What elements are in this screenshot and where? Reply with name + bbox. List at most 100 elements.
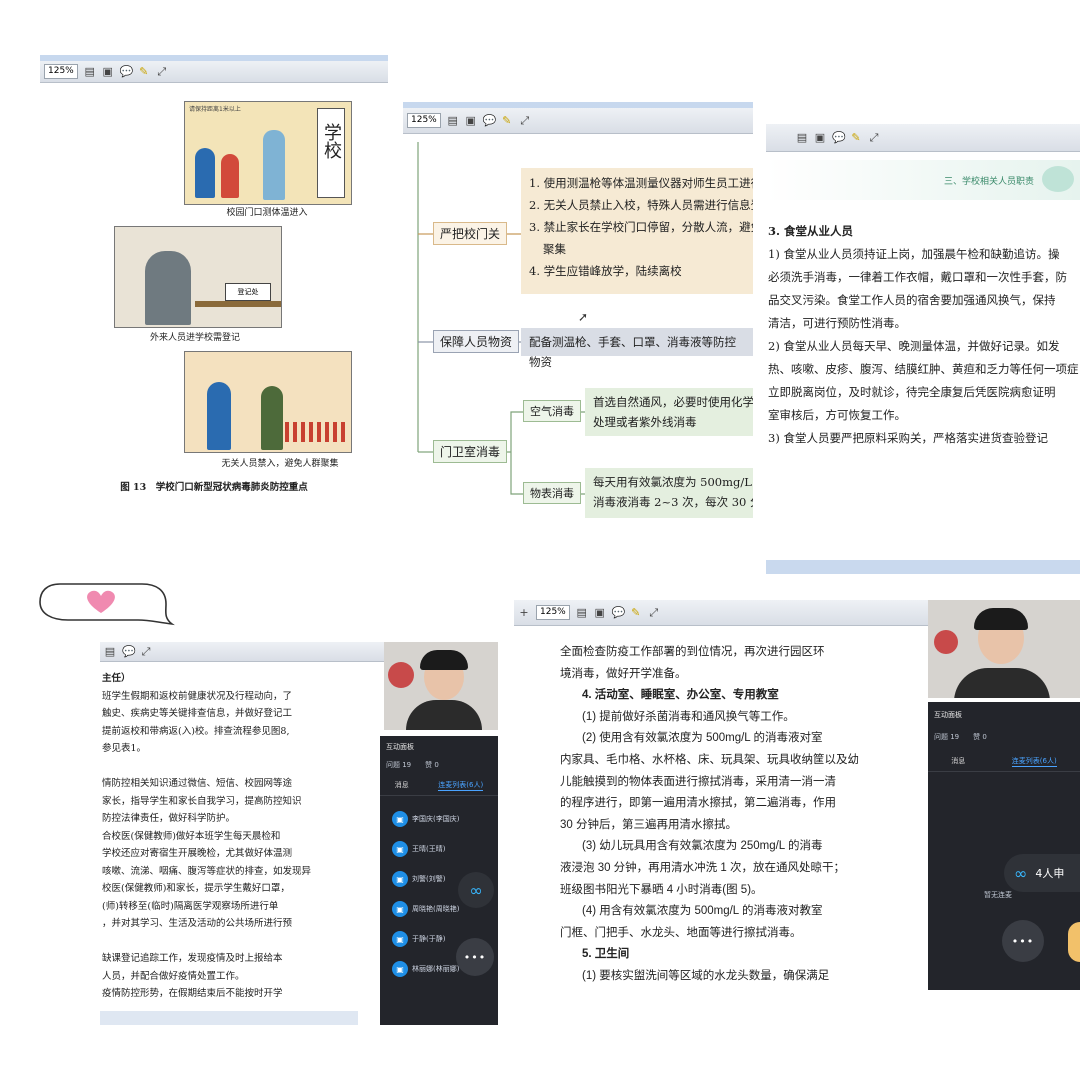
link-mic-button[interactable]: ∞ bbox=[458, 872, 494, 908]
dis-line-11: 班级图书阳光下暴晒 4 小时消毒(图 5)。 bbox=[560, 883, 763, 896]
plus-icon[interactable]: + bbox=[518, 606, 530, 619]
webcam-video bbox=[928, 600, 1080, 698]
dis-line-6: 儿能触摸到的物体表面进行擦拭消毒，采用清一消一清 bbox=[560, 775, 836, 788]
participant-row[interactable]: ▣ 李国庆(李国庆) bbox=[392, 804, 498, 834]
highlight-icon[interactable]: ✎ bbox=[850, 131, 862, 144]
more-button[interactable]: ••• bbox=[1002, 920, 1044, 962]
zoom-select[interactable]: 125% bbox=[44, 64, 78, 79]
duties-line-14: ，并对其学习、生活及活动的公共场所进行预 bbox=[102, 918, 293, 929]
mouse-cursor-icon: ➚ bbox=[578, 310, 589, 324]
gate-item-3: 3. 禁止家长在学校门口停留，分散人流，避免人 bbox=[529, 220, 753, 234]
duties-line-8: 防控法律责任，做好科学防护。 bbox=[102, 813, 236, 824]
presenter-hair bbox=[420, 650, 468, 670]
panel-counts: 问题 19 赞 0 bbox=[934, 733, 987, 741]
dis-line-14: 5. 卫生间 bbox=[582, 948, 630, 961]
highlight-icon[interactable]: ✎ bbox=[138, 65, 150, 78]
duties-line-5 bbox=[102, 758, 358, 776]
poster-decor bbox=[388, 662, 414, 688]
more-icon: ••• bbox=[463, 950, 487, 964]
comment-icon[interactable]: 💬 bbox=[832, 131, 846, 144]
gate-rail bbox=[285, 422, 347, 442]
zoom-select[interactable]: 125% bbox=[536, 605, 570, 620]
expand-icon[interactable]: ⤢ bbox=[156, 65, 168, 78]
comment-icon[interactable]: 💬 bbox=[120, 65, 134, 78]
figure-caption: 图 13 学校门口新型冠状病毒肺炎防控重点 bbox=[120, 482, 308, 493]
participant-name: 刘警(刘警) bbox=[412, 875, 446, 883]
comment-icon[interactable]: 💬 bbox=[122, 645, 136, 658]
node-gate-control: 严把校门关 bbox=[433, 222, 508, 245]
more-button[interactable]: ••• bbox=[456, 938, 494, 976]
air-line-1: 首选自然通风，必要时使用化学消毒 bbox=[593, 395, 753, 409]
dis-line-12: (4) 用含有效氯浓度为 500mg/L 的消毒液对教室 bbox=[582, 905, 823, 918]
camera-icon: ▣ bbox=[392, 841, 408, 857]
camera-icon: ▣ bbox=[392, 901, 408, 917]
live-request-badge[interactable]: ∞ 4人申 bbox=[1004, 854, 1080, 892]
dis-line-8: 30 分钟后，第三遍再用清水擦拭。 bbox=[560, 818, 737, 831]
highlight-icon[interactable]: ✎ bbox=[630, 606, 642, 619]
screenshot-teacher-duties-live: ▤ 💬 ⤢ 主任） 班学生假期和返校前健康状况及行程动向，了 触史、疾病史等关键… bbox=[100, 642, 498, 1025]
screenshot-mindmap: 125% ▤ ▣ 💬 ✎ ⤢ 严把校门关 1. 使用测温枪等体温测量仪器对师生员… bbox=[403, 102, 753, 540]
live-badge-text: 4人申 bbox=[1035, 867, 1065, 880]
link-icon: ∞ bbox=[1014, 863, 1028, 883]
node-surface-disinfection: 物表消毒 bbox=[523, 482, 581, 504]
duties-line-6: 情防控相关知识通过微信、短信、校园网等途 bbox=[102, 778, 293, 789]
gate-item-2: 2. 无关人员禁止入校，特殊人员需进行信息登记 bbox=[529, 198, 753, 212]
dis-line-13: 门框、门把手、水龙头、地面等进行擦拭消毒。 bbox=[560, 926, 802, 939]
expand-icon[interactable]: ⤢ bbox=[140, 645, 152, 658]
fit-page-icon[interactable]: ▤ bbox=[104, 645, 116, 658]
school-sign: 学校 bbox=[317, 108, 345, 198]
figure-guard-2 bbox=[261, 386, 283, 450]
tab-mic-list[interactable]: 连麦列表(6人) bbox=[1011, 756, 1057, 767]
duties-line-10: 学校还应对寄宿生开展晚检，尤其做好体温测 bbox=[102, 848, 293, 859]
tab-mic-list[interactable]: 连麦列表(6人) bbox=[438, 780, 484, 791]
duties-line-3: 提前返校和带病返(入)校。排查流程参见图8, bbox=[102, 725, 290, 737]
mask-icon bbox=[1042, 166, 1074, 192]
canteen-line-0: 3. 食堂从业人员 bbox=[768, 224, 854, 238]
duties-line-17: 人员，并配合做好疫情处置工作。 bbox=[102, 970, 245, 982]
expand-icon[interactable]: ⤢ bbox=[868, 131, 880, 144]
gate-item-1: 1. 使用测温枪等体温测量仪器对师生员工进行晨 bbox=[529, 176, 753, 190]
panel-counts: 问题 19 赞 0 bbox=[386, 761, 439, 769]
duties-line-18: 疫情防控形势，在假期结束后不能按时开学 bbox=[102, 988, 283, 999]
dis-line-15: (1) 要核实盥洗间等区域的水龙头数量，确保满足 bbox=[582, 969, 830, 982]
top-caption: 请保持距离1米以上 bbox=[189, 106, 241, 113]
gate-item-3b: 聚集 bbox=[543, 242, 566, 256]
fit-width-icon[interactable]: ▣ bbox=[814, 131, 826, 144]
pdf-toolbar: ▤ ▣ 💬 ✎ ⤢ bbox=[766, 124, 1080, 152]
figure-child-1 bbox=[195, 148, 215, 198]
webcam-video bbox=[384, 642, 498, 730]
panel-title: 互动面板 bbox=[934, 711, 962, 719]
duties-line-9: 合校医(保健教师)做好本班学生每天晨检和 bbox=[102, 830, 281, 842]
caption-panel-2: 外来人员进学校需登记 bbox=[149, 333, 240, 343]
comment-icon[interactable]: 💬 bbox=[612, 606, 626, 619]
expand-icon[interactable]: ⤢ bbox=[648, 606, 660, 619]
pdf-toolbar: + 125% ▤ ▣ 💬 ✎ ⤢ bbox=[514, 600, 928, 626]
disinfection-text: 全面检查防疫工作部署的到位情况，再次进行园区环 境消毒，做好开学准备。 4. 活… bbox=[560, 642, 930, 988]
fit-width-icon[interactable]: ▣ bbox=[594, 606, 606, 619]
fit-page-icon[interactable]: ▤ bbox=[84, 65, 96, 78]
surface-line-2: 消毒液消毒 2~3 次，每次 30 分钟 bbox=[593, 495, 753, 509]
section-header-band: 三、学校相关人员职责 bbox=[766, 160, 1080, 200]
tab-messages[interactable]: 消息 bbox=[395, 780, 409, 791]
dis-line-3: (1) 提前做好杀菌消毒和通风换气等工作。 bbox=[582, 710, 795, 723]
participant-row[interactable]: ▣ 王晴(王晴) bbox=[392, 834, 498, 864]
fit-page-icon[interactable]: ▤ bbox=[576, 606, 588, 619]
caption-panel-3: 无关人员禁入，避免人群聚集 bbox=[221, 459, 339, 469]
fit-page-icon[interactable]: ▤ bbox=[796, 131, 808, 144]
side-button-edge[interactable] bbox=[1068, 922, 1080, 962]
fit-width-icon[interactable]: ▣ bbox=[102, 65, 114, 78]
canteen-line-2: 必须洗手消毒，一律着工作衣帽，戴口罩和一次性手套，防 bbox=[768, 270, 1067, 284]
duties-line-2: 触史、疾病史等关键排查信息，并做好登记工 bbox=[102, 708, 293, 719]
supplies-item: 配备测温枪、手套、口罩、消毒液等防控物资 bbox=[521, 328, 753, 369]
surface-line-1: 每天用有效氯浓度为 500mg/L 的含 bbox=[593, 475, 753, 489]
dis-line-9: (3) 幼儿玩具用含有效氯浓度为 250mg/L 的消毒 bbox=[582, 840, 823, 853]
participant-name: 于静(于静) bbox=[412, 935, 446, 943]
canteen-line-8: 室审核后，方可恢复工作。 bbox=[768, 408, 906, 422]
visitor-book: 登记处 bbox=[225, 283, 271, 301]
tab-messages[interactable]: 消息 bbox=[951, 756, 965, 767]
pdf-toolbar: 125% ▤ ▣ 💬 ✎ ⤢ bbox=[40, 61, 388, 83]
section-header: 三、学校相关人员职责 bbox=[943, 177, 1034, 187]
duties-line-1: 班学生假期和返校前健康状况及行程动向，了 bbox=[102, 690, 293, 702]
dis-line-7: 的程序进行，即第一遍用清水擦拭，第二遍消毒，作用 bbox=[560, 797, 836, 810]
figure-child-2 bbox=[221, 154, 239, 198]
